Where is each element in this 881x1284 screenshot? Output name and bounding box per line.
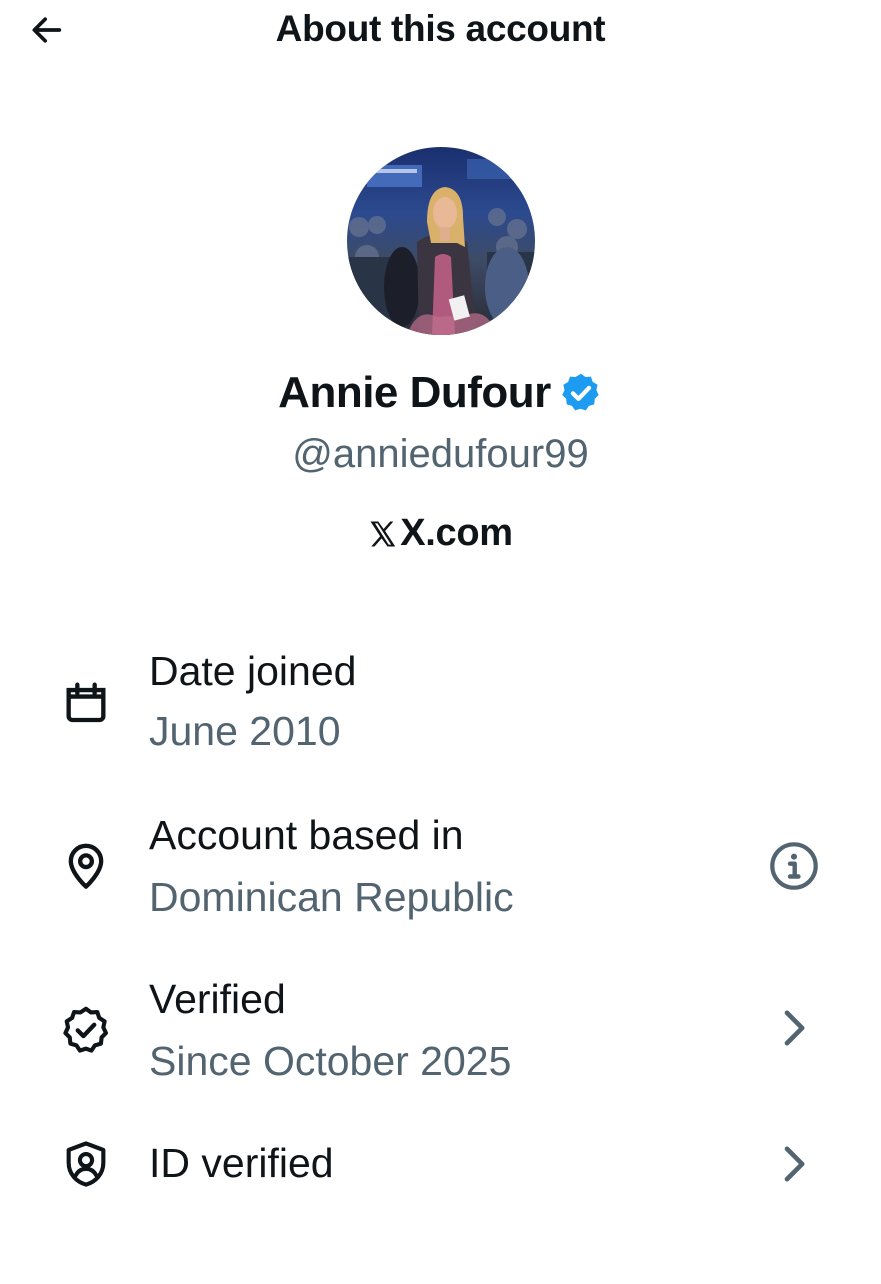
verified-row[interactable]: Verified Since October 2025	[0, 970, 881, 1120]
chevron-right-icon[interactable]	[766, 1136, 822, 1192]
date-joined-row: Date joined June 2010	[0, 640, 881, 790]
location-pin-icon	[60, 840, 112, 892]
account-source-text: X.com	[400, 512, 513, 554]
info-icon[interactable]	[766, 838, 822, 894]
page-title: About this account	[275, 8, 606, 49]
x-logo-icon	[368, 519, 398, 549]
username-handle: @anniedufour99	[292, 432, 589, 476]
display-name: Annie Dufour	[278, 368, 551, 417]
calendar-icon	[60, 676, 112, 728]
display-name-row: Annie Dufour	[0, 368, 881, 418]
shield-user-icon	[60, 1138, 112, 1190]
chevron-right-icon[interactable]	[766, 1000, 822, 1056]
top-bar: About this account	[0, 0, 881, 64]
date-joined-value: June 2010	[149, 708, 341, 754]
account-based-in-row: Account based in Dominican Republic	[0, 806, 881, 956]
account-source: X.com	[0, 512, 881, 555]
verified-label: Verified	[149, 976, 286, 1022]
verified-badge-icon[interactable]	[559, 371, 603, 415]
date-joined-label: Date joined	[149, 648, 357, 694]
id-verified-row[interactable]: ID verified	[0, 1134, 881, 1284]
account-based-in-label: Account based in	[149, 812, 464, 858]
account-based-in-value: Dominican Republic	[149, 874, 514, 920]
id-verified-label: ID verified	[149, 1140, 334, 1186]
verified-check-icon	[60, 1004, 112, 1056]
verified-value: Since October 2025	[149, 1038, 512, 1084]
avatar[interactable]	[347, 147, 535, 335]
